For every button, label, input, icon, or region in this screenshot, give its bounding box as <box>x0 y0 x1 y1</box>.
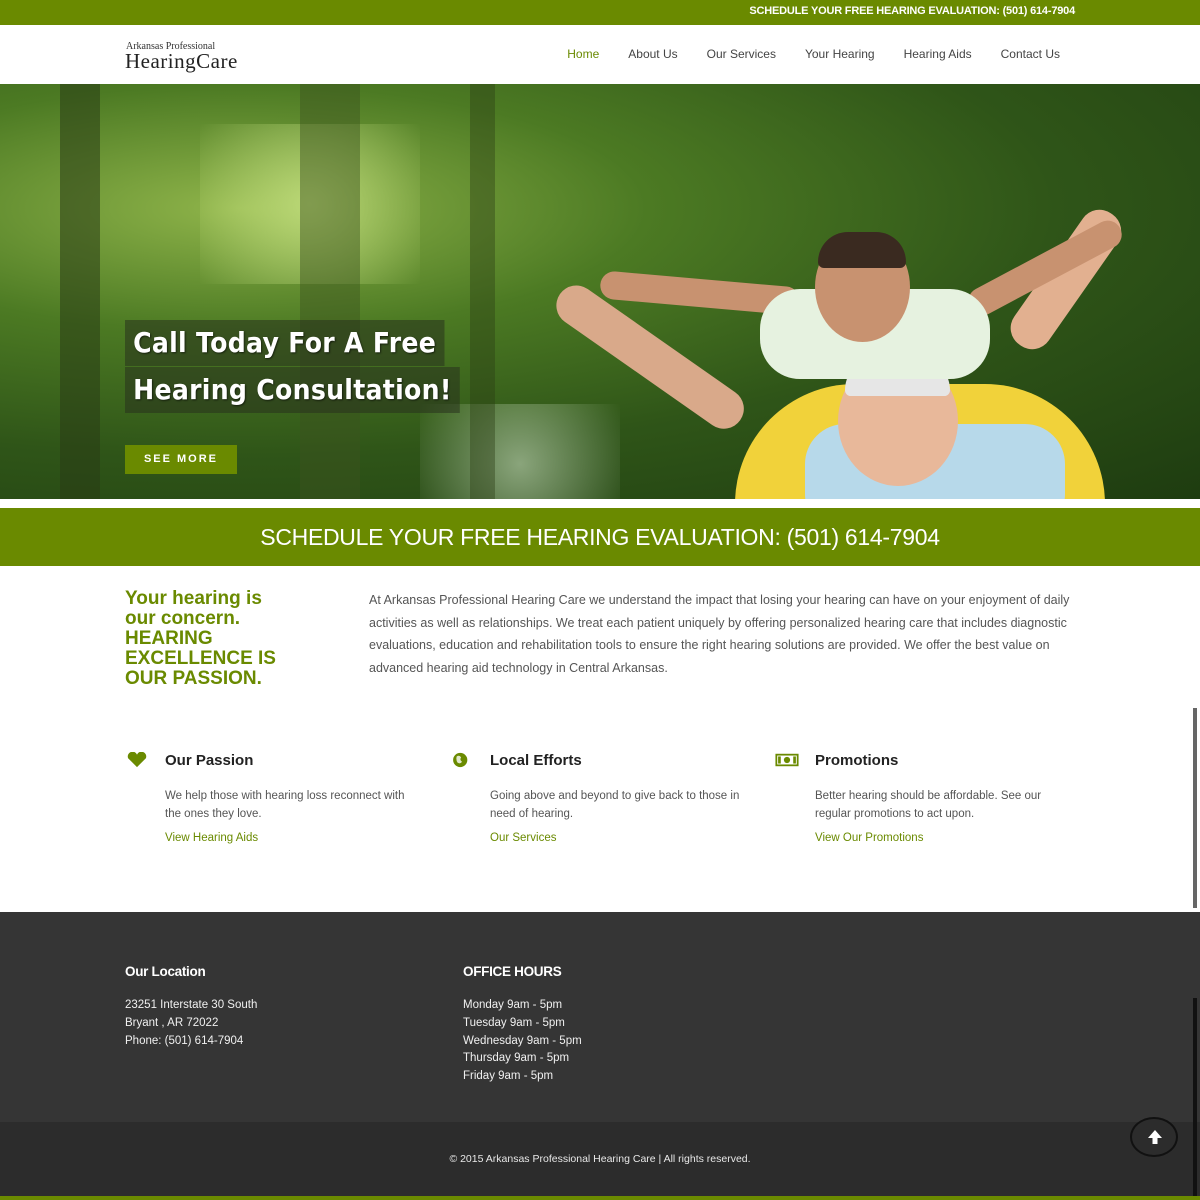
concern-line-5: OUR PASSION. <box>125 668 262 689</box>
concern-tagline: Your hearing is our concern. HEARING EXC… <box>125 589 345 689</box>
footer-hours-line: Wednesday 9am - 5pm <box>463 1034 582 1047</box>
hero-headline-line-1: Call Today For A Free <box>125 320 445 366</box>
bottom-accent-line <box>0 1196 1200 1200</box>
main-nav: Home About Us Our Services Your Hearing … <box>567 47 1060 61</box>
concern-line-3: HEARING <box>125 628 213 649</box>
footer-address-line: 23251 Interstate 30 South <box>125 999 258 1011</box>
concern-line-1: Your hearing is <box>125 588 262 609</box>
nav-your-hearing[interactable]: Your Hearing <box>805 47 875 61</box>
hero-headline: Call Today For A Free Hearing Consultati… <box>125 320 497 413</box>
copyright-text: © 2015 Arkansas Professional Hearing Car… <box>449 1153 751 1165</box>
site-logo[interactable]: Arkansas Professional HearingCare <box>125 41 290 73</box>
footer-hours-line: Tuesday 9am - 5pm <box>463 1016 565 1029</box>
footer-address-line: Bryant , AR 72022 <box>125 1016 219 1029</box>
intro-paragraph: At Arkansas Professional Hearing Care we… <box>369 593 1070 675</box>
site-footer: Our Location 23251 Interstate 30 South B… <box>0 912 1200 1122</box>
footer-location-heading: Our Location <box>125 964 206 979</box>
hero-tree-trunk <box>470 84 495 499</box>
nav-contact-us[interactable]: Contact Us <box>1001 47 1060 61</box>
view-our-promotions-link[interactable]: View Our Promotions <box>815 832 923 844</box>
footer-office-hours: OFFICE HOURS Monday 9am - 5pm Tuesday 9a… <box>463 964 582 1086</box>
nav-home[interactable]: Home <box>567 47 599 61</box>
money-icon <box>775 753 799 767</box>
logo-wordmark: HearingCare <box>125 49 238 73</box>
footer-hours-line: Friday 9am - 5pm <box>463 1070 554 1083</box>
view-hearing-aids-link[interactable]: View Hearing Aids <box>165 832 258 844</box>
scrollbar-thumb[interactable] <box>1193 998 1197 1196</box>
copyright-bar: © 2015 Arkansas Professional Hearing Car… <box>0 1122 1200 1196</box>
site-header: Arkansas Professional HearingCare Home A… <box>0 25 1200 84</box>
hero-background-light-lower <box>420 404 620 499</box>
nav-about-us[interactable]: About Us <box>628 47 677 61</box>
nav-our-services[interactable]: Our Services <box>707 47 776 61</box>
schedule-banner: SCHEDULE YOUR FREE HEARING EVALUATION: (… <box>0 508 1200 566</box>
concern-line-4: EXCELLENCE IS <box>125 648 276 669</box>
scrollbar-track[interactable] <box>1193 708 1197 908</box>
top-bar-phone[interactable]: SCHEDULE YOUR FREE HEARING EVALUATION: (… <box>749 5 1075 17</box>
globe-icon <box>453 752 468 768</box>
schedule-banner-text[interactable]: SCHEDULE YOUR FREE HEARING EVALUATION: (… <box>0 508 1200 566</box>
feature-title: Promotions <box>815 752 899 769</box>
heart-icon <box>127 752 147 768</box>
hero-headline-line-2: Hearing Consultation! <box>125 367 460 413</box>
feature-title: Local Efforts <box>490 752 582 769</box>
footer-hours-heading: OFFICE HOURS <box>463 964 562 979</box>
feature-description: Going above and beyond to give back to t… <box>490 790 740 820</box>
hero-tree-trunk <box>60 84 100 499</box>
feature-title: Our Passion <box>165 752 254 769</box>
hero-tree-trunk <box>300 84 360 499</box>
footer-hours-line: Monday 9am - 5pm <box>463 999 563 1011</box>
footer-hours-line: Thursday 9am - 5pm <box>463 1052 570 1065</box>
footer-phone: Phone: (501) 614-7904 <box>125 1034 244 1047</box>
back-to-top-button[interactable] <box>1130 1117 1178 1157</box>
feature-description: We help those with hearing loss reconnec… <box>165 790 405 820</box>
see-more-button[interactable]: SEE MORE <box>125 445 237 474</box>
hero-slider: Call Today For A Free Hearing Consultati… <box>0 84 1200 499</box>
nav-hearing-aids[interactable]: Hearing Aids <box>904 47 972 61</box>
concern-line-2: our concern. <box>125 608 241 629</box>
hero-photo-kid-hair <box>818 232 906 268</box>
our-services-link[interactable]: Our Services <box>490 832 556 844</box>
top-bar: SCHEDULE YOUR FREE HEARING EVALUATION: (… <box>0 0 1200 25</box>
arrow-up-icon <box>1148 1130 1162 1144</box>
footer-location: Our Location 23251 Interstate 30 South B… <box>125 964 257 1050</box>
feature-description: Better hearing should be affordable. See… <box>815 790 1042 820</box>
